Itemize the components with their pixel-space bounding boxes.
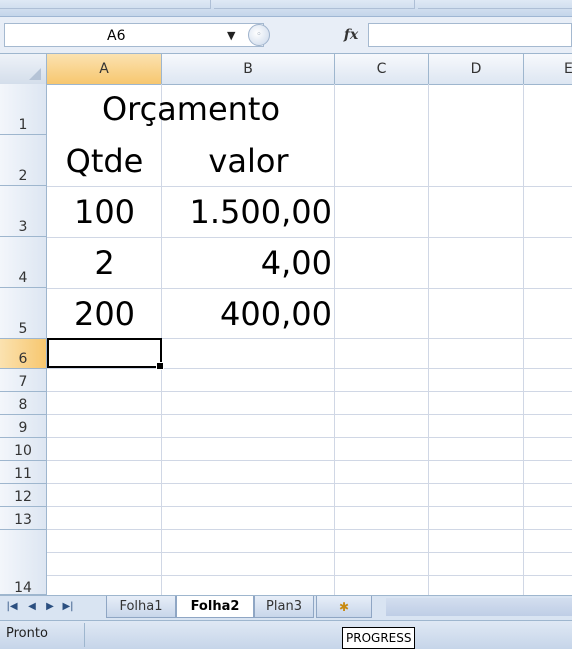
status-ready-text: Pronto (6, 626, 48, 641)
row-header-5[interactable]: 5 (0, 288, 47, 339)
ribbon-group-edge (418, 0, 572, 9)
select-all-triangle-icon (29, 68, 41, 80)
cell-a1[interactable]: Orçamento (47, 90, 335, 128)
gridline-horizontal (47, 288, 572, 289)
column-header-c[interactable]: C (335, 54, 429, 84)
insert-function-button[interactable]: fx (334, 23, 368, 47)
sheet-tab-bar: |◀ ◀ ▶ ▶| Folha1 Folha2 Plan3 ✱ (0, 595, 572, 620)
column-header-b[interactable]: B (162, 54, 335, 84)
row-header-9[interactable]: 9 (0, 415, 47, 438)
fill-handle[interactable] (156, 362, 164, 370)
progress-tooltip: PROGRESS (342, 627, 416, 649)
tab-plan3[interactable]: Plan3 (254, 596, 314, 618)
gridline-vertical (523, 84, 524, 595)
row-header-8[interactable]: 8 (0, 392, 47, 415)
gridline-vertical (428, 84, 429, 595)
row-header-14[interactable]: 14 (0, 530, 47, 595)
gridline-horizontal (47, 529, 572, 530)
tab-folha1[interactable]: Folha1 (106, 596, 176, 618)
name-box[interactable]: A6 ▼ (4, 23, 264, 47)
gridline-horizontal (47, 186, 572, 187)
insert-sheet-icon[interactable]: ✱ (316, 596, 372, 618)
row-header-3[interactable]: 3 (0, 186, 47, 237)
gridline-horizontal (47, 391, 572, 392)
ribbon-group-edge (0, 0, 211, 9)
row-header-13[interactable]: 13 (0, 507, 47, 530)
ribbon-edge (0, 0, 572, 17)
column-header-d[interactable]: D (429, 54, 524, 84)
cell-a4[interactable]: 2 (47, 244, 162, 282)
status-bar: Pronto (0, 620, 572, 649)
cell-a3[interactable]: 100 (47, 193, 162, 231)
ribbon-group-edge (214, 0, 415, 9)
last-sheet-icon[interactable]: ▶| (60, 598, 76, 616)
gridline-horizontal (47, 460, 572, 461)
row-header-12[interactable]: 12 (0, 484, 47, 507)
column-header-a[interactable]: A (47, 54, 162, 84)
row-header-1[interactable]: 1 (0, 84, 47, 135)
previous-sheet-icon[interactable]: ◀ (24, 598, 40, 616)
row-header-6[interactable]: 6 (0, 339, 47, 369)
formula-bar: A6 ▼ ◦ fx (0, 17, 572, 54)
cell-b3[interactable]: 1.500,00 (162, 193, 333, 231)
column-header-row: A B C D E (0, 54, 572, 85)
row-header-2[interactable]: 2 (0, 135, 47, 186)
cell-a2[interactable]: Qtde (47, 142, 162, 180)
row-header-10[interactable]: 10 (0, 438, 47, 461)
cell-a5[interactable]: 200 (47, 295, 162, 333)
horizontal-scrollbar-area[interactable] (386, 598, 572, 616)
gridline-horizontal (47, 437, 572, 438)
gridline-horizontal (47, 483, 572, 484)
gridline-horizontal (47, 414, 572, 415)
gridline-horizontal (47, 575, 572, 576)
gridline-horizontal (47, 506, 572, 507)
gridline-horizontal (47, 237, 572, 238)
row-header-4[interactable]: 4 (0, 237, 47, 288)
cell-b2[interactable]: valor (162, 142, 335, 180)
cell-b5[interactable]: 400,00 (162, 295, 332, 333)
row-header-7[interactable]: 7 (0, 369, 47, 392)
formula-bar-toggle-button[interactable]: ◦ (248, 24, 270, 46)
chevron-down-icon[interactable]: ▼ (227, 24, 235, 48)
column-header-e[interactable]: E (524, 54, 572, 84)
gridline-horizontal (47, 368, 572, 369)
name-box-value: A6 (107, 28, 126, 44)
formula-input[interactable] (368, 23, 572, 47)
status-divider (84, 623, 85, 647)
first-sheet-icon[interactable]: |◀ (4, 598, 20, 616)
next-sheet-icon[interactable]: ▶ (42, 598, 58, 616)
tab-folha2[interactable]: Folha2 (176, 596, 254, 618)
select-all-button[interactable] (0, 54, 47, 84)
selected-cell-a6[interactable] (47, 338, 164, 370)
row-header-11[interactable]: 11 (0, 461, 47, 484)
gridline-horizontal (47, 552, 572, 553)
cell-b4[interactable]: 4,00 (162, 244, 332, 282)
